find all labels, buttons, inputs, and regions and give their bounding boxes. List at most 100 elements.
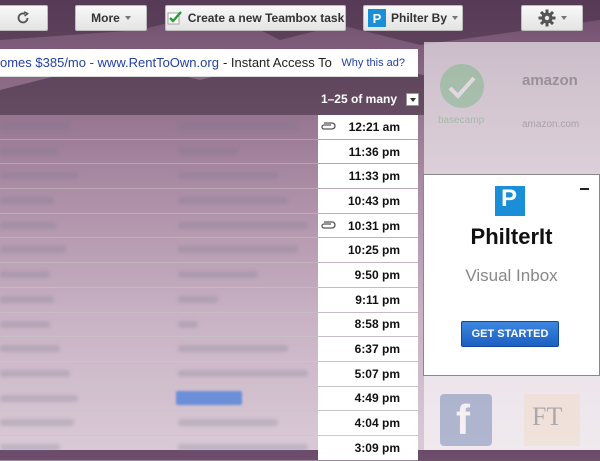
message-time: 8:58 pm [318, 312, 418, 337]
refresh-button[interactable] [0, 5, 48, 31]
message-row[interactable]: 10:25 pm [0, 238, 418, 264]
message-row[interactable]: 4:04 pm [0, 411, 418, 436]
subject-placeholder [178, 295, 218, 303]
message-time: 11:36 pm [318, 139, 418, 164]
message-row[interactable]: 5:07 pm [0, 361, 418, 387]
message-time: 11:33 pm [318, 164, 418, 189]
message-preview [0, 387, 318, 411]
subject-placeholder [178, 147, 238, 155]
message-row[interactable]: 12:21 am [0, 115, 418, 140]
why-this-ad-link[interactable]: Why this ad? [333, 49, 418, 76]
subject-placeholder [178, 172, 278, 180]
message-row[interactable]: 10:31 pm [0, 213, 418, 239]
message-preview [0, 288, 318, 312]
sender-placeholder [0, 295, 54, 303]
chevron-down-icon [409, 97, 416, 102]
sender-placeholder [0, 123, 70, 130]
message-preview [0, 362, 318, 386]
tile-facebook[interactable]: f [440, 394, 492, 446]
message-row[interactable]: 3:09 pm [0, 435, 418, 461]
message-row[interactable]: 9:50 pm [0, 263, 418, 288]
message-time: 10:25 pm [318, 238, 418, 263]
sender-placeholder [0, 394, 78, 402]
sender-placeholder [0, 221, 56, 229]
ad-bar: omes $385/mo - www.RentToOwn.org - Insta… [0, 49, 418, 77]
attachment-icon [321, 122, 336, 130]
subject-placeholder [178, 221, 308, 229]
subject-placeholder [178, 197, 288, 205]
philter-by-button[interactable]: P Philter By [363, 5, 463, 31]
message-list: 12:21 am 11:36 pm 11:33 pm 10:43 pm 10:31 pm… [0, 115, 418, 461]
message-time: 3:09 pm [318, 435, 418, 460]
minimize-icon[interactable] [580, 188, 589, 190]
sender-placeholder [0, 369, 70, 377]
checkmark-icon [167, 11, 182, 25]
subject-placeholder [178, 345, 288, 353]
message-row[interactable]: 4:49 pm [0, 386, 418, 412]
philter-logo-icon: P [367, 9, 386, 27]
tile-basecamp[interactable]: basecamp [438, 62, 498, 132]
message-time: 5:07 pm [318, 361, 418, 386]
subject-placeholder [178, 320, 198, 328]
label-tag [176, 390, 242, 405]
get-started-button[interactable]: GET STARTED [461, 321, 559, 347]
chevron-down-icon [560, 16, 567, 20]
subject-placeholder [178, 246, 298, 254]
chevron-down-icon [452, 16, 458, 20]
facebook-icon: f [456, 396, 470, 443]
philter-label: Philter By [390, 11, 447, 25]
message-preview [0, 238, 318, 262]
message-row[interactable]: 10:43 pm [0, 189, 418, 214]
subject-placeholder [178, 123, 298, 130]
teambox-label: Create a new Teambox task [187, 11, 345, 25]
pager-bar: 1–25 of many [0, 88, 424, 110]
tile-label: basecamp [438, 115, 485, 126]
sender-placeholder [0, 419, 74, 427]
message-time: 4:04 pm [318, 411, 418, 435]
philterit-logo-icon: P [495, 185, 525, 216]
subject-placeholder [178, 369, 308, 377]
pager-menu-button[interactable] [406, 93, 419, 106]
message-row[interactable]: 6:37 pm [0, 337, 418, 362]
gear-icon [538, 9, 555, 27]
subject-placeholder [178, 271, 258, 279]
message-time: 10:43 pm [318, 189, 418, 213]
teambox-task-button[interactable]: Create a new Teambox task [165, 5, 346, 31]
message-time: 9:11 pm [318, 287, 418, 312]
message-time: 6:37 pm [318, 337, 418, 361]
toolbar: More Create a new Teambox task P Philter… [0, 0, 600, 38]
basecamp-icon [440, 64, 484, 108]
subject-placeholder [178, 419, 278, 427]
ad-text: - Instant Access To [222, 55, 332, 70]
message-preview [0, 436, 318, 460]
sender-placeholder [0, 197, 54, 205]
settings-button[interactable] [521, 5, 583, 31]
philterit-promo-card: P PhilterIt Visual Inbox GET STARTED [423, 174, 600, 376]
tile-amazon[interactable]: amazon amazon.com [522, 72, 592, 132]
ad-link[interactable]: omes $385/mo - www.RentToOwn.org [0, 55, 219, 70]
tile-ft[interactable]: FT [524, 394, 580, 446]
message-preview [0, 115, 318, 139]
pager-range: 1–25 of many [320, 92, 397, 106]
message-preview [0, 337, 318, 361]
message-preview [0, 313, 318, 337]
chevron-down-icon [124, 16, 131, 20]
promo-title: PhilterIt [470, 224, 553, 249]
message-preview [0, 164, 318, 188]
message-time: 9:50 pm [318, 263, 418, 287]
more-button[interactable]: More [75, 5, 147, 31]
promo-subtitle: Visual Inbox [465, 266, 558, 285]
tile-label: amazon [522, 72, 578, 89]
message-row[interactable]: 8:58 pm [0, 312, 418, 338]
message-preview [0, 411, 318, 435]
message-preview [0, 140, 318, 164]
message-row[interactable]: 11:36 pm [0, 139, 418, 165]
message-time: 4:49 pm [318, 386, 418, 411]
sender-placeholder [0, 172, 78, 180]
sender-placeholder [0, 147, 58, 155]
refresh-icon [17, 11, 29, 24]
sender-placeholder [0, 271, 50, 279]
message-row[interactable]: 11:33 pm [0, 164, 418, 190]
tile-label: amazon.com [522, 119, 580, 130]
message-row[interactable]: 9:11 pm [0, 287, 418, 313]
